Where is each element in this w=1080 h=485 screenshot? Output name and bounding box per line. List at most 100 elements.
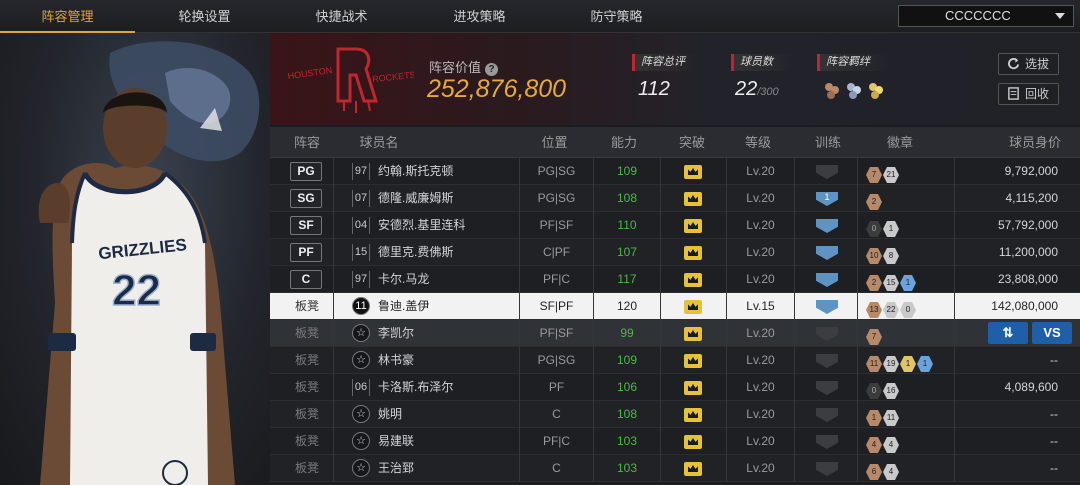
table-row[interactable]: 板凳 ☆ 王治郅 C 103 Lv.20 6 4 -- [270,455,1080,482]
tab-rotation[interactable]: 轮换设置 [137,0,272,33]
badge-list: 2 15 1 [866,272,917,291]
column-divider [857,212,858,239]
training-icon[interactable] [816,354,838,368]
badge-list: 64 [866,461,900,480]
training-icon[interactable] [816,462,838,476]
swap-button[interactable]: ⇅ [988,322,1028,344]
tab-defense[interactable]: 防守策略 [549,0,684,33]
player-name[interactable]: 安德烈.基里连科 [378,212,465,239]
player-name[interactable]: 姚明 [378,401,402,428]
player-level: Lv.15 [746,299,775,313]
player-name[interactable]: 卡洛斯.布泽尔 [378,374,453,401]
crown-icon[interactable] [684,219,702,233]
training-icon[interactable] [816,273,838,287]
player-position: C [552,407,561,421]
table-row[interactable]: 板凳 ☆ 易建联 PF|C 103 Lv.20 4 4 -- [270,428,1080,455]
badge-hex-icon: 15 [883,275,899,291]
badge-hex-icon: 1 [917,356,933,372]
col-lineup[interactable]: 阵容 [286,127,328,158]
table-row[interactable]: SG 07 德隆.威廉姆斯 PG|SG 108 Lv.20 1 2 4,115,200 [270,185,1080,212]
player-name[interactable]: 德隆.威廉姆斯 [378,185,453,212]
crown-icon[interactable] [684,354,702,368]
badge-list: 11 19 1 1 [866,353,934,372]
training-icon[interactable] [816,381,838,395]
lineup-value: 252,876,800 [427,75,567,103]
training-icon[interactable] [816,327,838,341]
table-row[interactable]: C 97 卡尔.马龙 PF|C 117 Lv.20 2 15 1 23,808,000 [270,266,1080,293]
table-row[interactable]: SF 04 安德烈.基里连科 PF|SF 110 Lv.20 0 1 57,792,000 [270,212,1080,239]
col-training[interactable]: 训练 [806,127,850,158]
player-name[interactable]: 德里克.费佛斯 [378,239,453,266]
player-level: Lv.20 [746,164,775,178]
column-divider [857,266,858,293]
player-price: -- [1050,353,1058,367]
table-row[interactable]: 板凳 11 鲁迪.盖伊 SF|PF 120 Lv.15 13 22 0 142,080,000 [270,293,1080,320]
player-name[interactable]: 王治郅 [378,455,414,482]
value-label-text: 阵容价值 [429,60,482,75]
tab-lineup[interactable]: 阵容管理 [0,0,135,33]
column-divider [954,293,955,320]
compare-vs-button[interactable]: VS [1032,322,1072,344]
crown-icon[interactable] [684,408,702,422]
crown-icon[interactable] [684,381,702,395]
table-row[interactable]: PF 15 德里克.费佛斯 C|PF 107 Lv.20 10 8 11,200,000 [270,239,1080,266]
tab-quick-tactics[interactable]: 快捷战术 [274,0,409,33]
player-level: Lv.20 [746,353,775,367]
player-price: 142,080,000 [991,299,1058,313]
crown-icon[interactable] [684,273,702,287]
player-name[interactable]: 约翰.斯托克顿 [378,158,453,185]
player-level: Lv.20 [746,245,775,259]
col-price[interactable]: 球员身价 [1000,127,1070,158]
team-select[interactable]: CCCCCCC [898,5,1074,27]
training-icon[interactable] [816,408,838,422]
bond-icons[interactable] [823,81,891,106]
column-divider [857,374,858,401]
table-row[interactable]: 板凳 06 卡洛斯.布泽尔 PF 106 Lv.20 0 16 4,089,600 [270,374,1080,401]
select-button[interactable]: 选拔 [998,53,1059,75]
column-divider [857,428,858,455]
column-divider [794,158,795,185]
roster-table: PG 97 约翰.斯托克顿 PG|SG 109 Lv.20 7 21 9,792,000 SG 07… [270,158,1080,482]
crown-icon[interactable] [684,246,702,260]
players-count: 22/300 [735,78,779,101]
training-icon[interactable] [816,246,838,260]
badge-hex-icon: 10 [866,248,882,264]
training-icon[interactable] [816,300,838,314]
col-badges[interactable]: 徽章 [878,127,922,158]
player-name[interactable]: 鲁迪.盖伊 [378,293,429,320]
player-name[interactable]: 易建联 [378,428,414,455]
training-icon[interactable] [816,219,838,233]
col-breakthrough[interactable]: 突破 [670,127,714,158]
crown-icon[interactable] [684,327,702,341]
badge-list: 13 22 0 [866,299,917,318]
column-divider [857,320,858,347]
col-level[interactable]: 等级 [736,127,780,158]
bench-slot: 板凳 [294,353,319,367]
recycle-button[interactable]: 回收 [998,83,1059,105]
tab-offense[interactable]: 进攻策略 [412,0,547,33]
player-name[interactable]: 林书豪 [378,347,414,374]
crown-icon[interactable] [684,435,702,449]
training-icon[interactable] [816,165,838,179]
table-row[interactable]: PG 97 约翰.斯托克顿 PG|SG 109 Lv.20 7 21 9,792,000 [270,158,1080,185]
crown-icon[interactable] [684,192,702,206]
table-row[interactable]: 板凳 ☆ 姚明 C 108 Lv.20 1 11 -- [270,401,1080,428]
player-ability: 108 [616,191,638,205]
column-divider [954,212,955,239]
crown-icon[interactable] [684,165,702,179]
col-name[interactable]: 球员名 [354,127,404,158]
star-icon: ☆ [352,405,370,423]
col-position[interactable]: 位置 [532,127,577,158]
table-row[interactable]: 板凳 ☆ 李凯尔 PF|SF 99 Lv.20 7 ⇅ VS [270,320,1080,347]
player-position: SF|PF [539,299,574,313]
crown-icon[interactable] [684,300,702,314]
crown-icon[interactable] [684,462,702,476]
bench-slot: 板凳 [294,407,319,421]
player-name[interactable]: 卡尔.马龙 [378,266,429,293]
player-name[interactable]: 李凯尔 [378,320,414,347]
table-row[interactable]: 板凳 ☆ 林书豪 PG|SG 109 Lv.20 11 19 1 1 -- [270,347,1080,374]
col-ability[interactable]: 能力 [602,127,646,158]
training-icon[interactable]: 1 [816,192,838,206]
jersey-number: 04 [352,217,370,234]
training-icon[interactable] [816,435,838,449]
